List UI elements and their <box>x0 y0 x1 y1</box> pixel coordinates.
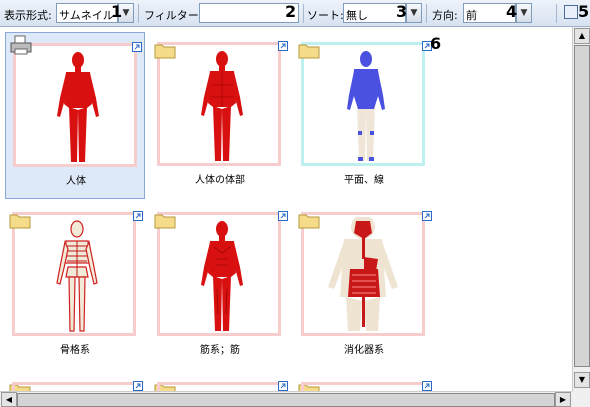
thumbnail-item[interactable] <box>150 372 290 391</box>
scroll-up-button[interactable]: ▲ <box>574 28 590 44</box>
display-mode-select[interactable]: サムネイル <box>56 3 118 23</box>
separator <box>138 4 139 23</box>
scrollbar-corner <box>572 391 590 407</box>
display-label: 表示形式: <box>4 9 52 22</box>
thumbnail-image <box>157 382 281 391</box>
marker-6: 6 <box>430 34 442 53</box>
human-body-figure <box>57 52 99 162</box>
thumbnail-item[interactable]: 消化器系 <box>294 202 434 369</box>
shortcut-link-icon[interactable] <box>278 381 288 391</box>
toolbar: 表示形式: サムネイル ▼ 1 フィルター: 2 ソート: 無し ▼ 3 方向:… <box>0 0 590 27</box>
marker-1: 1 <box>111 2 123 21</box>
direction-label: 方向: <box>432 9 458 22</box>
thumbnail-image <box>13 43 137 167</box>
separator <box>556 4 557 23</box>
separator <box>426 4 427 23</box>
thumbnail-image <box>301 212 425 336</box>
marker-5: 5 <box>578 2 590 21</box>
skeletal-system-figure <box>56 220 98 332</box>
shortcut-link-icon[interactable] <box>422 381 432 391</box>
item-caption: 人体 <box>66 176 86 187</box>
thumbnail-image <box>12 382 136 391</box>
panel-toggle-icon[interactable] <box>564 5 578 19</box>
thumbnail-item[interactable]: 筋系；筋 <box>150 202 290 369</box>
horizontal-scroll-thumb[interactable] <box>17 393 555 407</box>
thumbnail-image <box>301 382 425 391</box>
thumbnail-image <box>157 212 281 336</box>
planes-lines-figure <box>347 51 385 161</box>
item-caption: 消化器系 <box>344 345 384 356</box>
direction-dropdown-button[interactable]: ▼ <box>516 3 532 23</box>
body-regions-figure <box>201 51 243 161</box>
thumbnail-item[interactable] <box>5 372 145 391</box>
thumbnail-image <box>157 42 281 166</box>
muscular-system-figure <box>201 221 243 331</box>
folder-icon <box>298 214 320 229</box>
marker-4: 4 <box>506 2 518 21</box>
thumbnail-item[interactable]: 人体 <box>5 32 145 199</box>
shortcut-link-icon[interactable] <box>422 211 432 221</box>
filter-input[interactable] <box>199 3 299 23</box>
marker-3: 3 <box>396 2 408 21</box>
scroll-left-button[interactable]: ◀ <box>1 392 17 407</box>
separator <box>303 4 304 23</box>
thumbnail-item[interactable]: 人体の体部 <box>150 32 290 199</box>
item-caption: 平面、線 <box>344 175 384 186</box>
shortcut-link-icon[interactable] <box>132 42 142 52</box>
sort-dropdown-button[interactable]: ▼ <box>406 3 422 23</box>
thumbnail-item[interactable]: 骨格系 <box>5 202 145 369</box>
shortcut-link-icon[interactable] <box>278 211 288 221</box>
folder-icon <box>298 44 320 59</box>
print-icon <box>10 35 32 55</box>
scroll-down-button[interactable]: ▼ <box>574 372 590 388</box>
thumbnail-image <box>301 42 425 166</box>
thumbnail-item[interactable]: 平面、線 6 <box>294 32 441 199</box>
shortcut-link-icon[interactable] <box>278 41 288 51</box>
item-caption: 筋系；筋 <box>200 345 240 356</box>
vertical-scroll-thumb[interactable] <box>574 45 590 367</box>
item-caption: 人体の体部 <box>195 175 245 186</box>
sort-label: ソート: <box>307 9 344 22</box>
vertical-scrollbar[interactable]: ▲ ▼ <box>572 27 590 391</box>
item-caption: 骨格系 <box>60 345 90 356</box>
thumbnail-image <box>12 212 136 336</box>
folder-icon <box>154 44 176 59</box>
filter-label: フィルター: <box>144 9 203 22</box>
folder-icon <box>9 214 31 229</box>
shortcut-link-icon[interactable] <box>133 211 143 221</box>
scroll-right-button[interactable]: ▶ <box>555 392 571 407</box>
horizontal-scrollbar[interactable]: ◀ ▶ <box>0 391 572 407</box>
folder-icon <box>154 214 176 229</box>
thumbnail-item[interactable] <box>294 372 434 391</box>
marker-2: 2 <box>285 2 297 21</box>
digestive-system-figure <box>328 217 398 331</box>
thumbnail-grid: 人体 人体の体部 平面、線 6 骨格系 筋系；筋 消化器系 <box>0 27 572 391</box>
shortcut-link-icon[interactable] <box>133 381 143 391</box>
